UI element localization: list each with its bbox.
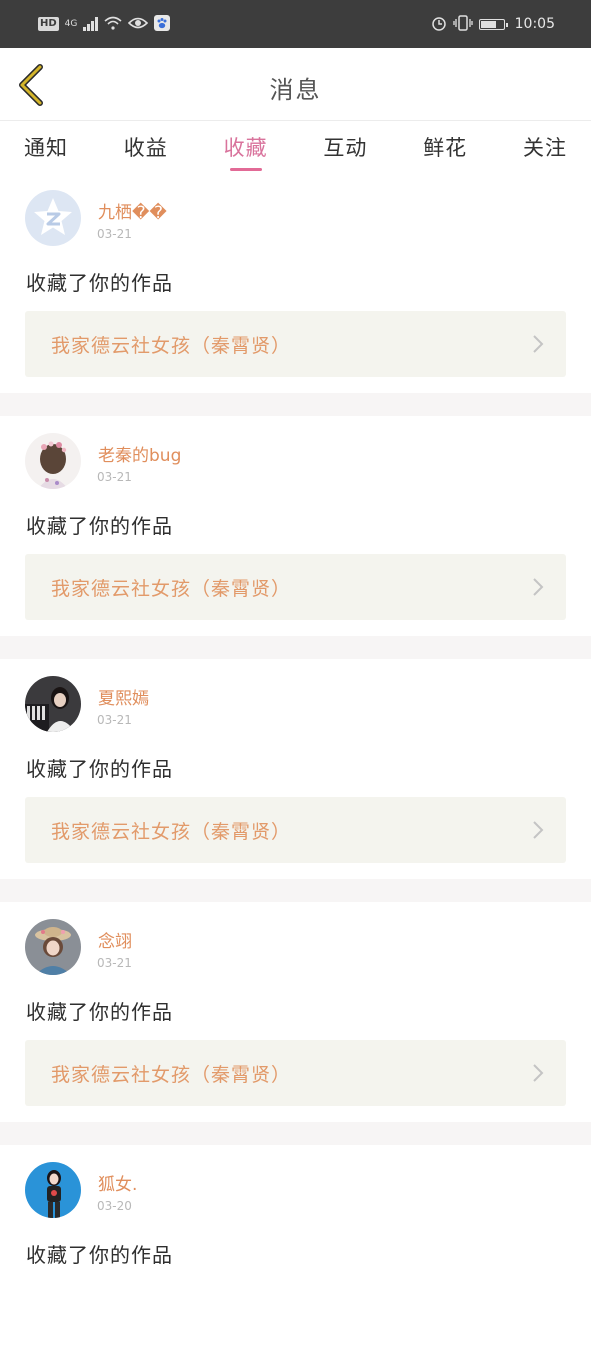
action-text: 收藏了你的作品 <box>26 514 173 538</box>
page-title: 消息 <box>269 76 322 104</box>
work-link[interactable]: 我家德云社女孩（秦霄贤） <box>25 797 566 863</box>
paw-app-icon <box>154 14 171 34</box>
tab-flowers[interactable]: 鲜花 <box>423 121 467 173</box>
tab-label: 收藏 <box>223 136 268 160</box>
tab-label: 互动 <box>323 136 368 160</box>
message-date: 03-20 <box>97 1199 132 1213</box>
avatar[interactable] <box>25 676 81 732</box>
chevron-right-icon <box>532 820 544 840</box>
username[interactable]: 狐女. <box>98 1170 137 1195</box>
status-left: HD 4G <box>38 14 171 34</box>
avatar[interactable] <box>25 919 81 975</box>
alarm-icon <box>431 15 447 34</box>
work-link[interactable]: 我家德云社女孩（秦霄贤） <box>25 1040 566 1106</box>
chevron-right-icon <box>532 1063 544 1083</box>
message-card: 念翊 03-21 收藏了你的作品 我家德云社女孩（秦霄贤） <box>0 902 591 1122</box>
chevron-right-icon <box>532 334 544 354</box>
tab-label: 鲜花 <box>423 136 468 160</box>
work-link[interactable]: 我家德云社女孩（秦霄贤） <box>25 311 566 377</box>
avatar[interactable] <box>25 433 81 489</box>
status-bar: HD 4G 10:05 <box>0 0 591 48</box>
clock: 10:05 <box>514 16 555 32</box>
message-card: 夏熙嫣 03-21 收藏了你的作品 我家德云社女孩（秦霄贤） <box>0 659 591 879</box>
action-text: 收藏了你的作品 <box>26 1243 173 1267</box>
message-card: 老秦的bug 03-21 收藏了你的作品 我家德云社女孩（秦霄贤） <box>0 416 591 636</box>
status-right: 10:05 <box>431 14 555 34</box>
tab-interactions[interactable]: 互动 <box>323 121 367 173</box>
card-divider <box>0 1122 591 1145</box>
tab-label: 通知 <box>24 136 68 160</box>
hd-icon: HD <box>38 17 59 31</box>
eye-icon <box>128 16 149 33</box>
chevron-right-icon <box>532 577 544 597</box>
avatar[interactable] <box>25 1162 81 1218</box>
tab-bar: 通知 收益 收藏 互动 鲜花 关注 <box>0 121 591 173</box>
message-list: 九栖�� 03-21 收藏了你的作品 我家德云社女孩（秦霄贤） 老秦的bug 0… <box>0 173 591 1365</box>
wifi-icon <box>104 16 122 33</box>
message-date: 03-21 <box>97 713 132 727</box>
signal-icon <box>83 17 99 31</box>
work-title: 我家德云社女孩（秦霄贤） <box>51 334 292 357</box>
message-date: 03-21 <box>97 956 132 970</box>
action-text: 收藏了你的作品 <box>26 757 173 781</box>
navigation-bar: 消息 <box>0 48 591 121</box>
message-date: 03-21 <box>97 227 132 241</box>
tab-earnings[interactable]: 收益 <box>124 121 168 173</box>
tab-favorites[interactable]: 收藏 <box>224 121 268 173</box>
work-link[interactable]: 我家德云社女孩（秦霄贤） <box>25 554 566 620</box>
tab-label: 收益 <box>123 136 168 160</box>
work-title: 我家德云社女孩（秦霄贤） <box>51 820 292 843</box>
action-text: 收藏了你的作品 <box>26 271 173 295</box>
vibrate-icon <box>452 14 473 34</box>
work-title: 我家德云社女孩（秦霄贤） <box>51 577 292 600</box>
username[interactable]: 念翊 <box>98 927 132 952</box>
message-date: 03-21 <box>97 470 132 484</box>
battery-icon <box>478 18 508 30</box>
message-card: 狐女. 03-20 收藏了你的作品 <box>0 1145 591 1365</box>
username[interactable]: 九栖�� <box>98 198 167 223</box>
avatar[interactable] <box>25 190 81 246</box>
card-divider <box>0 636 591 659</box>
action-text: 收藏了你的作品 <box>26 1000 173 1024</box>
active-tab-indicator <box>229 168 262 171</box>
card-divider <box>0 879 591 902</box>
tab-label: 关注 <box>522 136 567 160</box>
username[interactable]: 老秦的bug <box>98 441 181 466</box>
network-type: 4G <box>64 19 78 29</box>
tab-following[interactable]: 关注 <box>523 121 567 173</box>
work-title: 我家德云社女孩（秦霄贤） <box>51 1063 292 1086</box>
tab-notifications[interactable]: 通知 <box>24 121 68 173</box>
username[interactable]: 夏熙嫣 <box>98 684 149 709</box>
message-card: 九栖�� 03-21 收藏了你的作品 我家德云社女孩（秦霄贤） <box>0 173 591 393</box>
card-divider <box>0 393 591 416</box>
